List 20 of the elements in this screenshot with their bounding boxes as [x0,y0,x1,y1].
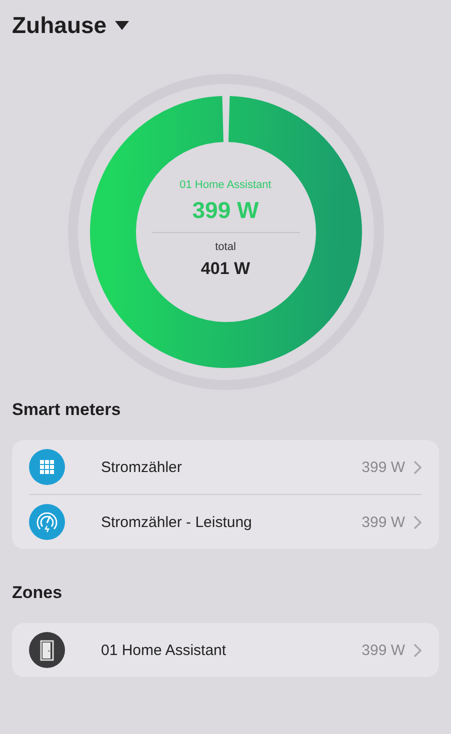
chevron-icon[interactable] [413,460,422,474]
power-value: 399 W [362,514,405,530]
door-icon [29,632,65,668]
home-title[interactable]: Zuhause [12,12,107,38]
grid-icon [29,449,65,485]
device-name[interactable]: Stromzähler [101,458,362,476]
chevron-icon[interactable] [413,514,422,530]
chevron-icon[interactable] [413,642,422,658]
power-value: 399 W [362,458,405,476]
gauge-icon [29,504,65,540]
dropdown-icon[interactable] [114,20,129,30]
power-value: 399 W [362,642,405,658]
device-name[interactable]: Stromzähler - Leistung [101,514,362,530]
zone-power: 399 W [192,197,259,224]
section-title: Zones [12,583,64,604]
section-title: Smart meters [12,400,122,421]
total-label: total [215,241,236,253]
device-name[interactable]: 01 Home Assistant [101,642,362,658]
total-power: 401 W [200,259,250,279]
zone-label: 01 Home Assistant [180,179,272,191]
